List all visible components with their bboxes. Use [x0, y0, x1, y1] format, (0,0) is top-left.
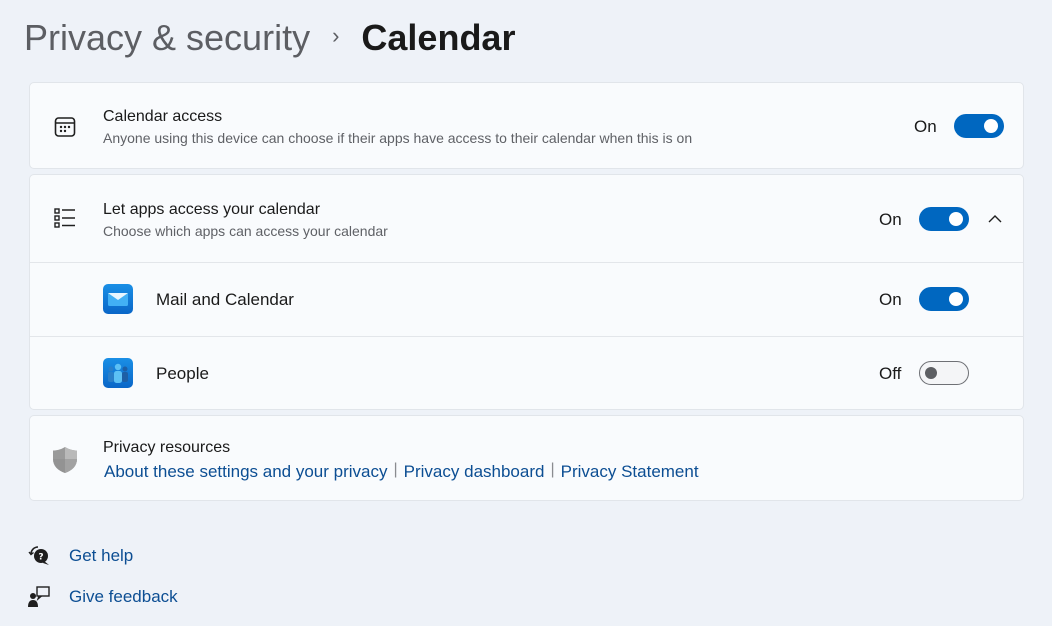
privacy-resources-title: Privacy resources [103, 439, 231, 456]
svg-text:?: ? [38, 553, 43, 563]
calendar-access-toggle[interactable] [954, 114, 1004, 138]
toggle-knob [949, 212, 963, 226]
toggle-knob [949, 292, 963, 306]
let-apps-access-title: Let apps access your calendar [103, 201, 321, 218]
get-help-item[interactable]: ? Get help [27, 544, 133, 568]
give-feedback-link[interactable]: Give feedback [69, 587, 178, 607]
app-name-people: People [156, 364, 209, 383]
give-feedback-item[interactable]: Give feedback [27, 585, 178, 609]
let-apps-access-state-label: On [879, 210, 902, 229]
mail-and-calendar-toggle[interactable] [919, 287, 969, 311]
let-apps-access-card: Let apps access your calendar Choose whi… [29, 174, 1024, 410]
mail-and-calendar-state-label: On [879, 290, 902, 309]
shield-icon [51, 445, 79, 475]
let-apps-access-subtitle: Choose which apps can access your calend… [103, 223, 388, 239]
people-state-label: Off [879, 364, 902, 383]
breadcrumb-chevron-icon: › [332, 23, 340, 48]
let-apps-access-toggle[interactable] [919, 207, 969, 231]
people-app-icon [103, 358, 133, 388]
people-toggle[interactable] [919, 361, 969, 385]
link-separator: | [393, 461, 398, 478]
feedback-icon [27, 585, 51, 609]
toggle-knob [984, 119, 998, 133]
calendar-access-title: Calendar access [103, 108, 223, 125]
calendar-icon [52, 114, 78, 140]
calendar-access-card: Calendar access Anyone using this device… [29, 82, 1024, 169]
app-row-mail-and-calendar: Mail and Calendar On [30, 263, 1023, 336]
link-separator: | [550, 461, 555, 478]
privacy-statement-link[interactable]: Privacy Statement [561, 462, 699, 482]
about-settings-privacy-link[interactable]: About these settings and your privacy [104, 462, 388, 482]
let-apps-access-text: Let apps access your calendar Choose whi… [103, 200, 388, 241]
privacy-resources-card: Privacy resources About these settings a… [29, 415, 1024, 501]
calendar-access-row: Calendar access Anyone using this device… [30, 83, 1023, 170]
app-row-people: People Off [30, 337, 1023, 410]
calendar-settings-page: Privacy & security › Calendar Calendar a… [0, 0, 1052, 626]
help-icon: ? [27, 544, 51, 568]
mail-app-icon [103, 284, 133, 314]
let-apps-access-row[interactable]: Let apps access your calendar Choose whi… [30, 175, 1023, 262]
app-name-mail-and-calendar: Mail and Calendar [156, 290, 294, 309]
breadcrumb-parent-privacy-security[interactable]: Privacy & security [24, 14, 310, 62]
get-help-link[interactable]: Get help [69, 546, 133, 566]
calendar-access-state-label: On [914, 117, 937, 136]
breadcrumb: Privacy & security › Calendar [24, 14, 515, 62]
list-icon [52, 205, 78, 231]
calendar-access-subtitle: Anyone using this device can choose if t… [103, 130, 693, 146]
page-title: Calendar [361, 17, 516, 58]
chevron-up-icon[interactable] [985, 209, 1005, 229]
privacy-links: About these settings and your privacy | … [104, 461, 699, 482]
privacy-dashboard-link[interactable]: Privacy dashboard [404, 462, 545, 482]
toggle-knob [925, 367, 937, 379]
calendar-access-text: Calendar access Anyone using this device… [103, 107, 692, 148]
